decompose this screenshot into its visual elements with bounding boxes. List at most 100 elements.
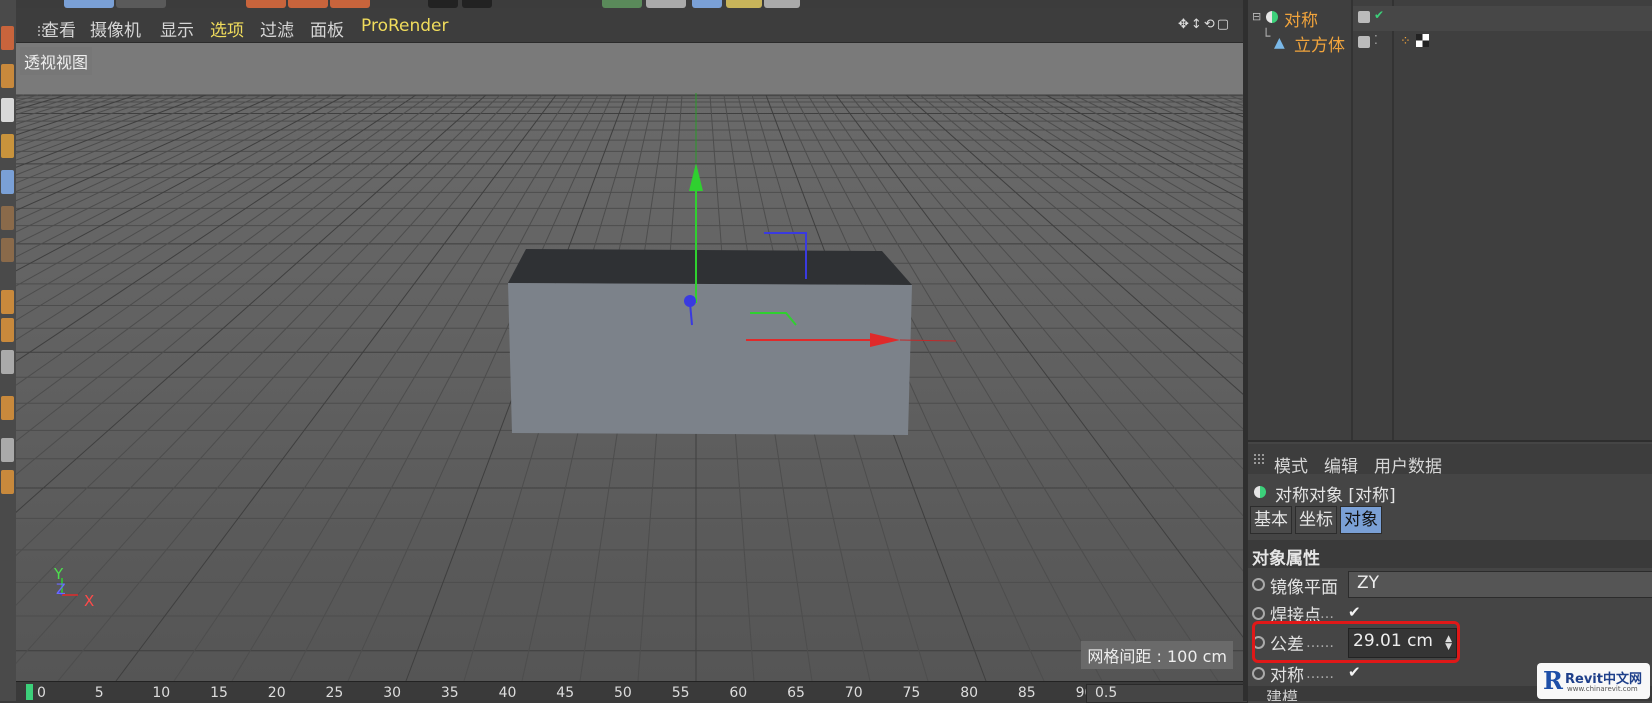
plane-tool-icon[interactable] [1, 134, 14, 158]
left-toolbar [0, 0, 17, 701]
viewport-menu-bar: 查看 摄像机 显示 选项 过滤 面板 ProRender [16, 8, 1248, 43]
tree-expand-icon[interactable]: ⊟ [1252, 10, 1261, 23]
next-section-title: 建模 [1266, 688, 1299, 701]
timeline-tick: 0 [37, 685, 46, 701]
object-name-symmetry[interactable]: 对称 [1284, 6, 1318, 31]
symmetry-dots: …… [1306, 666, 1334, 682]
timeline-tick: 5 [94, 685, 104, 701]
array-icon[interactable] [692, 0, 722, 8]
cube-front-face[interactable] [508, 283, 912, 435]
rotate-tool-icon[interactable] [1, 350, 14, 374]
phong-tag-icon[interactable]: ⁘ [1400, 34, 1411, 49]
menu-user-data[interactable]: 用户数据 [1374, 452, 1442, 477]
timeline-tick: 65 [787, 685, 805, 701]
timeline-field[interactable]: 0.5 [1086, 684, 1248, 703]
viewport-nav-icons: ✥↕⟲▢ [1178, 17, 1231, 32]
object-row-symmetry[interactable]: ⊟ 对称 ✔ [1248, 6, 1652, 31]
menu-edit[interactable]: 编辑 [1324, 452, 1358, 477]
timeline-tick: 80 [960, 685, 979, 701]
layer-icon[interactable] [1358, 36, 1370, 48]
tab-coord[interactable]: 坐标 [1295, 506, 1337, 534]
mirror-plane-label: 镜像平面 [1270, 578, 1338, 598]
menu-camera[interactable]: 摄像机 [90, 16, 141, 41]
edges-mode-icon[interactable] [1, 238, 14, 262]
render-view-icon[interactable] [246, 0, 286, 8]
timeline-tick: 85 [1017, 685, 1036, 701]
animate-radio-icon[interactable] [1252, 667, 1265, 680]
timeline-bar[interactable]: 0 5 10 15 20 25 30 35 40 45 50 55 60 65 70 75 80 85 90 0.5 [16, 681, 1248, 703]
scene-icon[interactable] [764, 0, 800, 8]
attribute-menu-bar: 模式 编辑 用户数据 [1248, 444, 1652, 477]
keyframe-icon[interactable] [462, 0, 492, 8]
zoom-icon[interactable]: ↕ [1191, 17, 1204, 32]
timeline-tick: 30 [383, 685, 402, 701]
material-tag-icon[interactable] [1416, 34, 1429, 47]
cube-top-face[interactable] [508, 249, 912, 285]
visibility-dots-icon[interactable]: ⁚ [1374, 33, 1378, 47]
timeline-tick: 45 [556, 685, 575, 701]
weld-points-dots: …… [1306, 606, 1334, 622]
mirror-plane-value: ZY [1357, 573, 1380, 593]
menu-options[interactable]: 选项 [210, 16, 244, 41]
pan-icon[interactable]: ✥ [1178, 17, 1191, 32]
perspective-viewport[interactable]: Y Z X 透视视图 网格间距 : 100 cm [16, 43, 1243, 681]
undo-icon[interactable] [64, 0, 114, 8]
tab-object[interactable]: 对象 [1340, 506, 1382, 534]
playhead-marker[interactable] [26, 684, 33, 700]
timeline-tick: 25 [325, 685, 344, 701]
checker-icon[interactable] [1, 98, 14, 122]
cube-tool-icon[interactable] [1, 64, 14, 88]
animate-radio-icon[interactable] [1252, 607, 1265, 620]
menu-prorender[interactable]: ProRender [361, 16, 449, 36]
layer-icon[interactable] [1358, 11, 1370, 23]
render-settings-icon[interactable] [330, 0, 370, 8]
z-axis-knob[interactable] [684, 295, 696, 307]
watermark-logo: R Revit中文网 www.chinarevit.com [1537, 663, 1650, 699]
workplane-icon[interactable] [1, 470, 14, 494]
scale-tool-icon[interactable] [1, 318, 14, 342]
spline-icon[interactable] [602, 0, 642, 8]
revit-logo-icon: R [1543, 666, 1563, 695]
orbit-icon[interactable]: ⟲ [1204, 17, 1217, 32]
timeline-tick: 55 [671, 685, 690, 701]
tag-column-separator[interactable] [1392, 0, 1394, 440]
object-manager [1248, 0, 1652, 440]
deformer-icon[interactable] [726, 0, 762, 8]
tab-basic[interactable]: 基本 [1250, 506, 1292, 534]
red-highlight-box [1252, 621, 1460, 663]
timeline-tick: 20 [267, 685, 286, 701]
timeline-tick: 35 [440, 685, 459, 701]
menu-mode[interactable]: 模式 [1274, 452, 1308, 477]
menu-display[interactable]: 显示 [160, 16, 194, 41]
object-name-cube[interactable]: 立方体 [1294, 31, 1345, 56]
mirror-plane-select[interactable]: ZY [1348, 571, 1652, 598]
move-tool-icon[interactable] [1, 290, 14, 314]
symmetry-label: 对称 [1270, 666, 1304, 686]
symmetry-checkbox[interactable]: ✔ [1348, 663, 1361, 681]
lock-icon[interactable] [1, 438, 14, 462]
animate-radio-icon[interactable] [1252, 578, 1265, 591]
menu-view[interactable]: 查看 [42, 16, 76, 41]
points-mode-icon[interactable] [1, 206, 14, 230]
maximize-icon[interactable]: ▢ [1217, 17, 1231, 32]
axis-label-x: X [84, 592, 94, 610]
menu-panel[interactable]: 面板 [310, 16, 344, 41]
menu-filter[interactable]: 过滤 [260, 16, 294, 41]
view-label[interactable]: 透视视图 [20, 47, 93, 75]
timeline-tick: 10 [152, 685, 171, 701]
grip-icon[interactable] [1254, 454, 1266, 466]
render-picture-icon[interactable] [288, 0, 328, 8]
timeline-icon[interactable] [428, 0, 458, 8]
nurbs-icon[interactable] [646, 0, 686, 8]
model-mode-icon[interactable] [1, 170, 14, 194]
object-column-separator[interactable] [1351, 0, 1353, 440]
render-icon[interactable] [1, 26, 14, 50]
axis-label-y: Y [53, 565, 64, 583]
enabled-check-icon[interactable]: ✔ [1374, 8, 1384, 22]
snap-icon[interactable] [1, 396, 14, 420]
timeline-field-value: 0.5 [1095, 685, 1118, 701]
watermark-url: www.chinarevit.com [1567, 685, 1638, 693]
redo-icon[interactable] [116, 0, 166, 8]
object-row-cube[interactable]: └ ▲ 立方体 ⁚ ⁘ [1248, 29, 1652, 56]
weld-points-checkbox[interactable]: ✔ [1348, 603, 1361, 621]
